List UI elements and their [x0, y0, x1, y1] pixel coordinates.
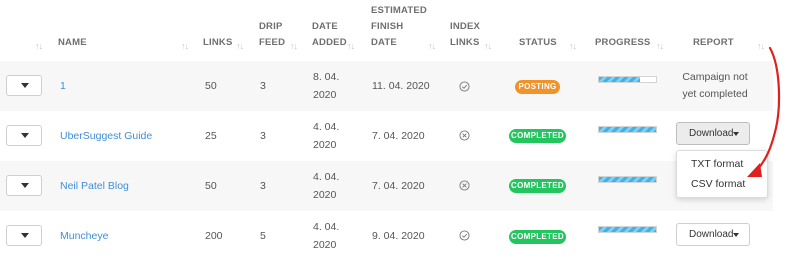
estimated-finish-date: 7. 04. 2020	[372, 180, 425, 192]
date-added-line2: 2020	[313, 239, 337, 251]
row-expand-button[interactable]	[6, 175, 42, 196]
sort-icon[interactable]: ↑↓	[290, 41, 298, 51]
x-circle-icon	[459, 130, 470, 141]
sort-icon[interactable]: ↑↓	[35, 41, 43, 51]
progress-bar	[598, 126, 657, 133]
table-header: ↑↓ NAME ↑↓ LINKS ↑↓ DRIP FEED ↑↓ DATE AD…	[0, 0, 800, 61]
date-added-line1: 8. 04.	[313, 71, 340, 83]
sort-icon[interactable]: ↑↓	[484, 41, 492, 51]
campaign-name-link[interactable]: Muncheye	[60, 227, 108, 245]
drip-feed-value: 3	[260, 130, 266, 142]
campaign-name-link[interactable]: UberSuggest Guide	[60, 127, 152, 145]
download-button-label: Download	[689, 128, 734, 139]
caret-down-icon	[21, 83, 29, 88]
progress-fill	[599, 177, 656, 182]
date-added-line2: 2020	[313, 89, 337, 101]
sort-icon[interactable]: ↑↓	[656, 41, 664, 51]
links-count: 25	[205, 130, 217, 142]
sort-icon[interactable]: ↑↓	[181, 41, 189, 51]
column-header-drip-feed-line2[interactable]: FEED	[259, 35, 285, 51]
report-status-line1: Campaign not	[682, 71, 748, 83]
x-circle-icon	[459, 180, 470, 191]
progress-bar	[598, 176, 657, 183]
caret-down-icon	[21, 183, 29, 188]
column-header-report[interactable]: REPORT	[693, 35, 734, 51]
caret-down-icon	[21, 133, 29, 138]
sort-icon[interactable]: ↑↓	[236, 41, 244, 51]
progress-fill	[599, 127, 656, 132]
download-format-menu: TXT format CSV format	[676, 150, 768, 198]
row-expand-button[interactable]	[6, 225, 42, 246]
links-count: 200	[205, 230, 223, 242]
caret-down-icon	[21, 233, 29, 238]
table-row: UberSuggest Guide 25 3 4. 04. 2020 7. 04…	[0, 111, 773, 161]
drip-feed-value: 3	[260, 180, 266, 192]
progress-bar	[598, 226, 657, 233]
check-circle-icon	[459, 81, 470, 92]
table-row: 1 50 3 8. 04. 2020 11. 04. 2020 POSTING …	[0, 61, 773, 111]
download-button[interactable]: Download	[676, 223, 750, 246]
column-header-status[interactable]: STATUS	[519, 35, 557, 51]
table-row: Muncheye 200 5 4. 04. 2020 9. 04. 2020 C…	[0, 211, 773, 261]
date-added-line1: 4. 04.	[313, 171, 340, 183]
progress-fill	[599, 227, 656, 232]
column-header-date-added-line1[interactable]: DATE	[312, 19, 338, 35]
column-header-index-links-line1[interactable]: INDEX	[450, 19, 480, 35]
sort-icon[interactable]: ↑↓	[347, 41, 355, 51]
column-header-est-finish-line2[interactable]: FINISH	[371, 19, 403, 35]
column-header-index-links-line2[interactable]: LINKS	[450, 35, 480, 51]
progress-bar	[598, 76, 657, 83]
status-badge: POSTING	[515, 80, 560, 94]
sort-icon[interactable]: ↑↓	[428, 41, 436, 51]
campaign-name-link[interactable]: 1	[60, 77, 66, 95]
table-row: Neil Patel Blog 50 3 4. 04. 2020 7. 04. …	[0, 161, 773, 211]
column-header-name[interactable]: NAME	[58, 35, 87, 51]
download-button-label: Download	[689, 229, 734, 240]
caret-down-icon	[733, 132, 739, 136]
status-badge: COMPLETED	[509, 230, 566, 244]
estimated-finish-date: 7. 04. 2020	[372, 130, 425, 142]
column-header-est-finish-line3[interactable]: DATE	[371, 35, 397, 51]
column-header-drip-feed-line1[interactable]: DRIP	[259, 19, 283, 35]
column-header-date-added-line2[interactable]: ADDED	[312, 35, 347, 51]
date-added-line1: 4. 04.	[313, 221, 340, 233]
row-expand-button[interactable]	[6, 125, 42, 146]
sort-icon[interactable]: ↑↓	[757, 41, 765, 51]
date-added-line2: 2020	[313, 139, 337, 151]
date-added-line2: 2020	[313, 189, 337, 201]
column-header-links[interactable]: LINKS	[203, 35, 233, 51]
drip-feed-value: 5	[260, 230, 266, 242]
links-count: 50	[205, 180, 217, 192]
download-button[interactable]: Download	[676, 122, 750, 145]
column-header-est-finish-line1[interactable]: ESTIMATED	[371, 3, 427, 19]
estimated-finish-date: 9. 04. 2020	[372, 230, 425, 242]
campaign-name-link[interactable]: Neil Patel Blog	[60, 177, 129, 195]
column-header-progress[interactable]: PROGRESS	[595, 35, 650, 51]
check-circle-icon	[459, 230, 470, 241]
row-expand-button[interactable]	[6, 75, 42, 96]
date-added-line1: 4. 04.	[313, 121, 340, 133]
scrollbar-track[interactable]	[773, 61, 800, 261]
progress-fill	[599, 77, 641, 82]
links-count: 50	[205, 80, 217, 92]
caret-down-icon	[733, 233, 739, 237]
report-status-line2: yet completed	[682, 88, 748, 100]
menu-item-txt-format[interactable]: TXT format	[691, 158, 743, 170]
status-badge: COMPLETED	[509, 179, 566, 193]
menu-item-csv-format[interactable]: CSV format	[691, 178, 745, 190]
estimated-finish-date: 11. 04. 2020	[372, 80, 430, 92]
drip-feed-value: 3	[260, 80, 266, 92]
status-badge: COMPLETED	[509, 129, 566, 143]
sort-icon[interactable]: ↑↓	[569, 41, 577, 51]
